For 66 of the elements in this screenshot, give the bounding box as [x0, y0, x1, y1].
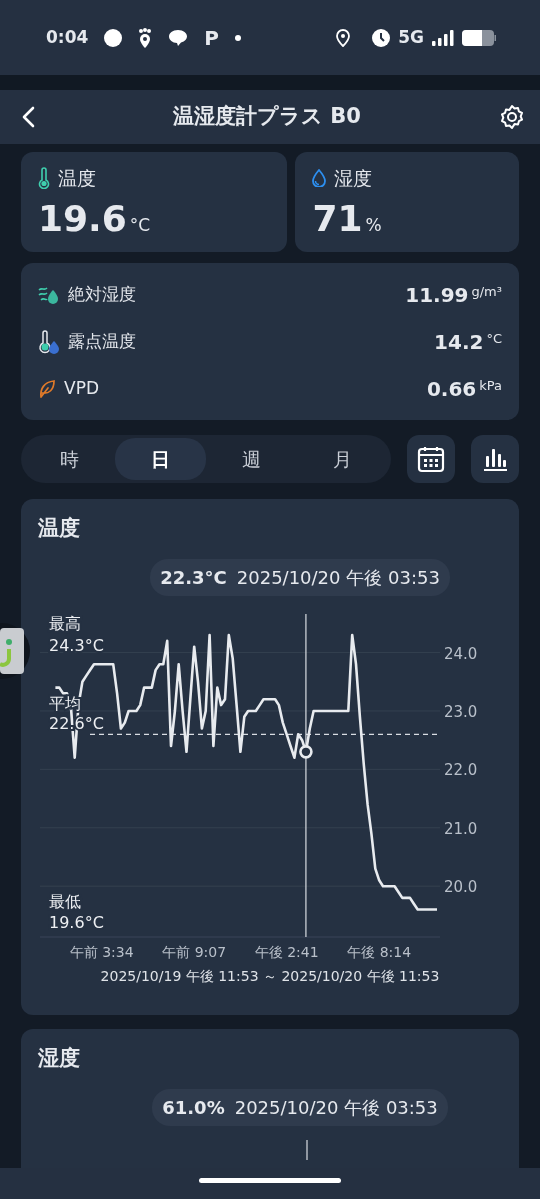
detail-value: 0.66 — [426, 375, 477, 403]
clock-time: 0:04 — [46, 25, 89, 49]
back-icon[interactable] — [22, 106, 36, 128]
y-tick-label: 21.0 — [444, 819, 478, 838]
detail-label: 露点温度 — [68, 329, 136, 353]
chart-view-button[interactable] — [471, 435, 519, 483]
reading-label: 温度 — [58, 166, 96, 191]
stat-label: 最低 — [49, 891, 81, 911]
reading-value: 19.6 — [38, 200, 127, 237]
stat-value: 24.3°C — [49, 635, 104, 655]
humidity-wave-icon — [38, 284, 60, 305]
chart-title: 温度 — [37, 515, 81, 542]
cursor-line[interactable] — [306, 1138, 308, 1161]
droplet-icon — [312, 169, 327, 188]
floating-app-icon[interactable] — [0, 622, 30, 680]
reading-card[interactable]: 温度 19.6°C — [21, 152, 288, 252]
detail-label: VPD — [64, 376, 99, 400]
location-icon — [336, 28, 351, 47]
notification-glyph: P — [204, 24, 219, 52]
detail-label: 絶対湿度 — [68, 282, 136, 306]
detail-unit: g/m³ — [471, 282, 502, 301]
chat-bubble-icon — [168, 28, 189, 47]
settings-icon[interactable] — [498, 103, 526, 131]
detail-value: 14.2 — [434, 328, 484, 356]
reading-label: 湿度 — [334, 166, 373, 191]
cursor-marker[interactable] — [299, 744, 313, 759]
screen-title: 温湿度計プラス B0 — [173, 103, 361, 131]
calendar-button[interactable] — [407, 435, 455, 483]
y-tick-label: 23.0 — [444, 702, 478, 721]
stat-label: 最高 — [49, 613, 81, 633]
tooltip-pill: 61.0% 2025/10/20 午後 03:53 — [152, 1088, 448, 1126]
signal-icon — [432, 29, 454, 46]
notification-dot-icon — [104, 28, 123, 47]
reading-value: 71 — [312, 200, 363, 237]
battery-icon — [462, 29, 496, 46]
period-tab[interactable]: 時 — [24, 438, 115, 480]
x-tick-label: 午後 8:14 — [347, 943, 412, 960]
y-tick-label: 24.0 — [444, 644, 478, 663]
calendar-icon — [417, 445, 445, 473]
thermometer-droplet-icon — [38, 329, 60, 354]
thermometer-icon — [38, 167, 50, 190]
footprint-pin-icon — [138, 27, 153, 48]
network-type: 5G — [398, 25, 424, 49]
detail-value: 11.99 — [405, 281, 469, 309]
y-tick-label: 20.0 — [444, 877, 478, 896]
small-dot-icon — [234, 34, 241, 41]
y-tick-label: 22.0 — [444, 760, 478, 779]
x-tick-label: 午前 3:34 — [69, 943, 134, 960]
period-tab[interactable]: 週 — [206, 438, 297, 480]
bar-chart-icon — [482, 446, 508, 472]
alarm-clock-icon — [372, 28, 391, 47]
date-range: 2025/10/19 午後 11:53 ～ 2025/10/20 午後 11:53 — [99, 966, 441, 986]
reading-unit: % — [365, 213, 382, 237]
x-tick-label: 午前 9:07 — [162, 943, 227, 960]
x-tick-label: 午後 2:41 — [254, 943, 319, 960]
cursor-line[interactable] — [305, 612, 307, 938]
reading-card[interactable]: 湿度 71% — [295, 152, 519, 252]
stat-value: 19.6°C — [49, 912, 104, 932]
reading-unit: °C — [129, 213, 151, 237]
chart-title: 湿度 — [37, 1045, 81, 1072]
detail-unit: kPa — [479, 376, 502, 395]
leaf-icon — [38, 378, 56, 399]
period-tab[interactable]: 月 — [297, 438, 388, 480]
period-tab[interactable]: 日 — [115, 438, 206, 480]
tooltip-pill: 22.3°C 2025/10/20 午後 03:53 — [150, 558, 450, 596]
detail-unit: °C — [486, 329, 502, 348]
